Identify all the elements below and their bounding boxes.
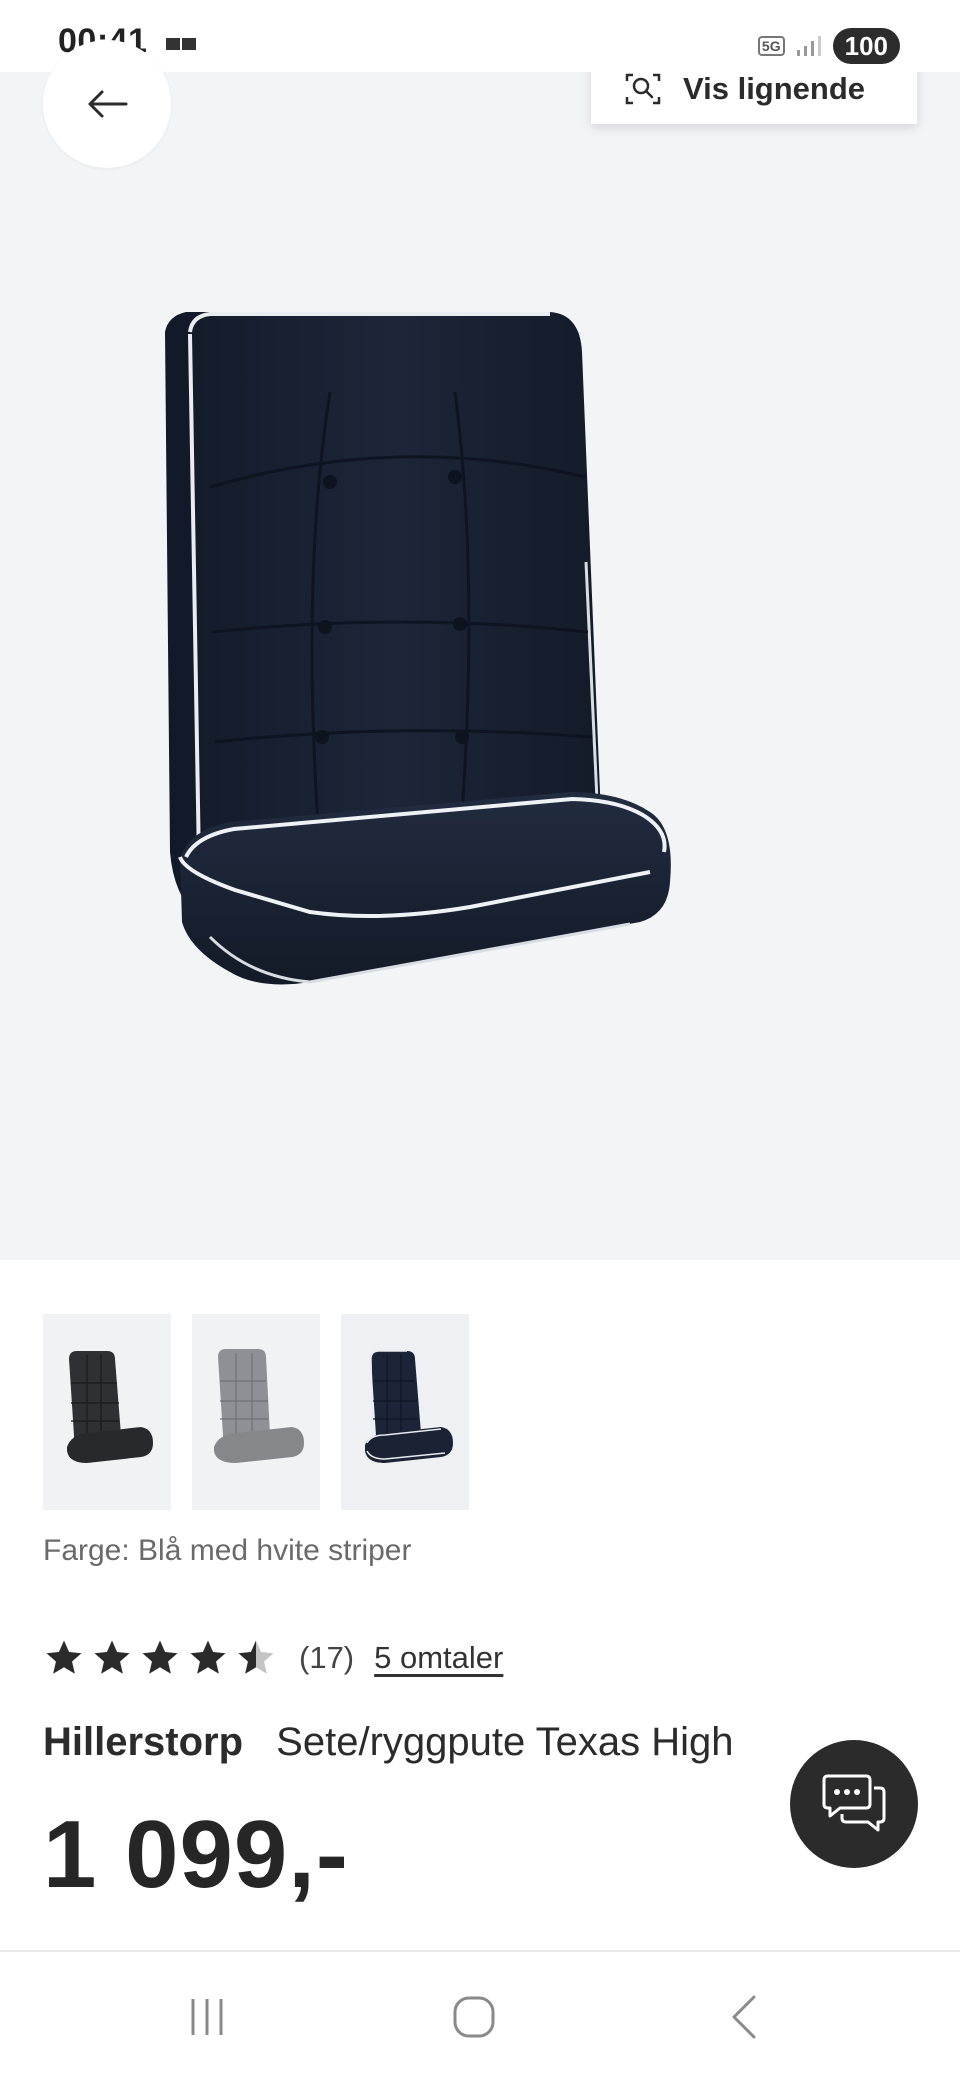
selected-color-label: Farge: Blå med hvite striper — [43, 1534, 412, 1567]
show-similar-label: Vis lignende — [683, 71, 866, 106]
navy-cushion-image — [365, 1350, 453, 1463]
color-thumbnails — [43, 1314, 469, 1510]
star-icon — [94, 1640, 130, 1674]
home-icon — [453, 1996, 495, 2038]
star-rating — [43, 1637, 277, 1679]
battery-indicator: 100 — [832, 28, 900, 64]
star-icon — [190, 1640, 226, 1674]
product-brand[interactable]: Hillerstorp — [43, 1720, 243, 1764]
product-title: Hillerstorp Sete/ryggpute Texas High — [43, 1720, 734, 1765]
product-name: Sete/ryggpute Texas High — [276, 1720, 734, 1764]
star-icon — [46, 1640, 82, 1674]
thumbnail-grey[interactable] — [192, 1314, 320, 1510]
arrow-left-icon — [88, 90, 128, 118]
product-price: 1 099,- — [43, 1801, 349, 1908]
star-icon — [142, 1640, 178, 1674]
rating-row: (17) 5 omtaler — [43, 1636, 503, 1680]
home-button[interactable] — [444, 1992, 504, 2042]
thumbnail-black[interactable] — [43, 1314, 171, 1510]
system-back-button[interactable] — [714, 1992, 774, 2042]
chevron-left-icon — [732, 1995, 756, 2039]
reviews-link[interactable]: 5 omtaler — [374, 1640, 503, 1676]
thumbnail-navy-selected[interactable] — [341, 1314, 469, 1510]
rating-count: (17) — [299, 1640, 355, 1675]
back-button[interactable] — [43, 40, 171, 168]
visual-search-icon — [625, 73, 661, 105]
signal-icon — [796, 36, 821, 56]
recent-apps-icon — [191, 1999, 223, 2035]
chat-icon — [822, 1774, 886, 1832]
recent-apps-button[interactable] — [177, 1992, 237, 2042]
status-indicators: 5G 100 — [757, 26, 900, 66]
grey-cushion-image — [214, 1349, 304, 1463]
product-image[interactable] — [150, 232, 830, 1092]
product-image-area[interactable] — [0, 72, 960, 1260]
network-5g-icon: 5G — [757, 36, 785, 56]
black-cushion-image — [67, 1351, 153, 1463]
half-star-icon — [238, 1640, 274, 1674]
system-navigation-bar — [0, 1952, 960, 2080]
chat-button[interactable] — [790, 1740, 918, 1868]
media-icon — [166, 38, 196, 50]
